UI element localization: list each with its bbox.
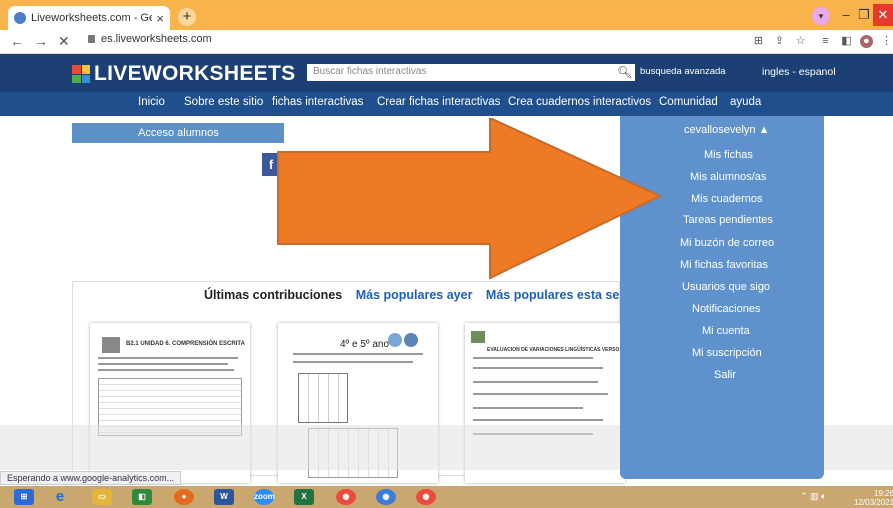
worksheet-image: [102, 337, 120, 353]
close-window-button[interactable]: ✕: [873, 4, 893, 26]
address-bar: ← → ✕ es.liveworksheets.com ⊞ ⇪ ☆ ≡ ◧ ● …: [0, 30, 893, 54]
chrome-window-2-icon[interactable]: ◉: [416, 489, 436, 505]
browser-tab[interactable]: Liveworksheets.com - Generado ×: [8, 6, 170, 30]
minimize-button[interactable]: –: [838, 4, 854, 26]
nav-ayuda[interactable]: ayuda: [730, 96, 761, 108]
menu-item-usuarios-que-sigo[interactable]: Usuarios que sigo: [682, 281, 770, 293]
new-tab-button[interactable]: +: [178, 8, 196, 26]
file-explorer-icon[interactable]: ▭: [92, 489, 112, 505]
system-tray-icons[interactable]: ⌃ ▥ 🔈︎: [800, 491, 826, 502]
site-favicon-icon: [14, 12, 26, 24]
maximize-button[interactable]: ❐: [856, 4, 872, 26]
nav-fichas-interactivas[interactable]: fichas interactivas: [272, 96, 363, 108]
orange-pointer-arrow-icon: [277, 118, 662, 280]
search-input[interactable]: Buscar fichas interactivas: [307, 64, 635, 81]
students-access-button[interactable]: Acceso alumnos: [72, 123, 284, 143]
search-icon[interactable]: 🔍︎: [617, 65, 632, 79]
menu-item-mi-cuenta[interactable]: Mi cuenta: [702, 325, 750, 337]
user-menu-toggle[interactable]: cevallosevelyn ▲: [684, 124, 769, 136]
menu-item-mi-suscripcion[interactable]: Mi suscripción: [692, 347, 762, 359]
logo-text: LIVEWORKSHEETS: [94, 62, 296, 85]
internet-explorer-icon[interactable]: e: [50, 489, 70, 505]
worksheet-title-2: 4º e 5º ano: [340, 339, 390, 350]
chrome-icon[interactable]: ◉: [336, 489, 356, 505]
nav-comunidad[interactable]: Comunidad: [659, 96, 718, 108]
lock-icon: [88, 35, 95, 43]
side-panel-icon[interactable]: ◧: [840, 35, 853, 48]
profile-dropdown-icon[interactable]: ▾: [812, 7, 830, 25]
bookmark-star-icon[interactable]: ☆: [794, 35, 807, 48]
tab-title: Liveworksheets.com - Generado: [31, 12, 153, 24]
url-text: es.liveworksheets.com: [101, 33, 212, 45]
logo-mark-icon: [72, 65, 90, 83]
menu-item-mis-fichas[interactable]: Mis fichas: [704, 149, 753, 161]
language-selector[interactable]: ingles - espanol: [762, 66, 836, 78]
browser-status-bar: Esperando a www.google-analytics.com...: [0, 471, 182, 485]
browser-tab-strip: Liveworksheets.com - Generado × + ▾ – ❐ …: [0, 0, 893, 30]
firefox-icon[interactable]: ●: [174, 489, 194, 505]
url-field[interactable]: es.liveworksheets.com: [88, 33, 212, 45]
menu-item-tareas-pendientes[interactable]: Tareas pendientes: [683, 214, 773, 226]
site-logo[interactable]: LIVEWORKSHEETS: [72, 62, 295, 86]
word-icon[interactable]: W: [214, 489, 234, 505]
advanced-search-link[interactable]: busqueda avanzada: [640, 66, 726, 77]
menu-item-buzon-correo[interactable]: Mi buzón de correo: [680, 237, 774, 249]
screen: Liveworksheets.com - Generado × + ▾ – ❐ …: [0, 0, 893, 508]
tab-close-icon[interactable]: ×: [156, 11, 164, 26]
reading-list-icon[interactable]: ≡: [819, 35, 832, 48]
translate-icon[interactable]: ⊞: [752, 35, 765, 48]
worksheet-title-1: B2.1 UNIDAD 6. COMPRENSIÓN ESCRITA: [126, 341, 245, 347]
menu-item-mis-alumnos[interactable]: Mis alumnos/as: [690, 171, 766, 183]
chrome-window-icon[interactable]: ◉: [376, 489, 396, 505]
back-button[interactable]: ←: [10, 33, 24, 49]
nav-sobre-este-sitio[interactable]: Sobre este sitio: [184, 96, 263, 108]
zoom-icon[interactable]: zoom: [254, 489, 275, 505]
clock-date: 12/03/2021: [854, 498, 893, 507]
reload-button[interactable]: ✕: [58, 33, 70, 50]
profile-avatar-icon[interactable]: ●: [860, 35, 873, 48]
store-icon[interactable]: ◧: [132, 489, 152, 505]
worksheet-title-3: EVALUACION DE VARIACIONES LINGÜÍSTICAS V…: [487, 347, 620, 353]
clock-time: 19:26: [874, 489, 893, 498]
forward-button[interactable]: →: [34, 33, 48, 49]
menu-item-notificaciones[interactable]: Notificaciones: [692, 303, 760, 315]
windows-start-icon[interactable]: ⊞: [14, 489, 34, 505]
menu-item-mis-cuadernos[interactable]: Mis cuadernos: [691, 193, 763, 205]
menu-item-fichas-favoritas[interactable]: Mi fichas favoritas: [680, 259, 768, 271]
excel-icon[interactable]: X: [294, 489, 314, 505]
system-clock[interactable]: 19:26 12/03/2021: [854, 489, 893, 507]
menu-item-salir[interactable]: Salir: [714, 369, 736, 381]
share-icon[interactable]: ⇪: [773, 35, 786, 48]
nav-inicio[interactable]: Inicio: [138, 96, 165, 108]
nav-crea-cuadernos[interactable]: Crea cuadernos interactivos: [508, 96, 651, 108]
nav-crear-fichas[interactable]: Crear fichas interactivas: [377, 96, 500, 108]
menu-kebab-icon[interactable]: ⋮: [880, 35, 893, 48]
